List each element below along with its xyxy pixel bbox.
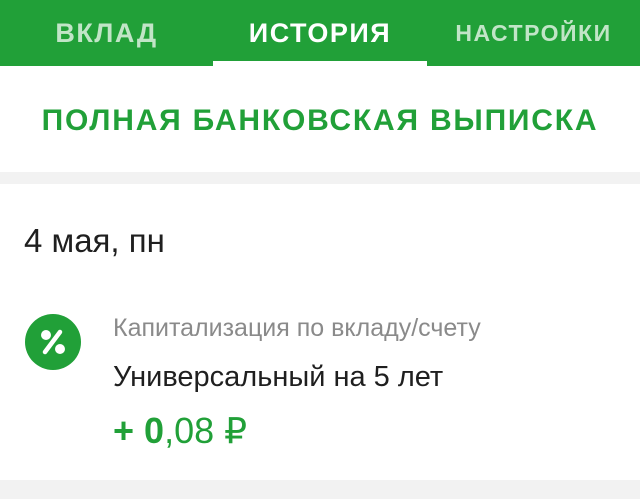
statement-card: ПОЛНАЯ БАНКОВСКАЯ ВЫПИСКА — [0, 66, 640, 172]
operation-name: Универсальный на 5 лет — [113, 361, 444, 393]
operation-amount: + 0,08 ₽ — [113, 410, 247, 452]
full-statement-link[interactable]: ПОЛНАЯ БАНКОВСКАЯ ВЫПИСКА — [42, 104, 599, 138]
tab-deposit[interactable]: ВКЛАД — [0, 0, 213, 66]
tab-settings[interactable]: НАСТРОЙКИ — [427, 0, 640, 66]
amount-fraction: ,08 ₽ — [164, 410, 248, 451]
operation-category: Капитализация по вкладу/счету — [113, 314, 481, 342]
history-day-card: 4 мая, пн Капитализация по вкладу/счету … — [0, 184, 640, 480]
tab-history[interactable]: ИСТОРИЯ — [213, 0, 427, 66]
amount-integer: 0 — [144, 410, 165, 451]
percent-icon — [25, 314, 81, 370]
day-header: 4 мая, пн — [24, 222, 165, 259]
tab-bar: ВКЛАД ИСТОРИЯ НАСТРОЙКИ — [0, 0, 640, 66]
amount-sign: + — [113, 410, 145, 451]
